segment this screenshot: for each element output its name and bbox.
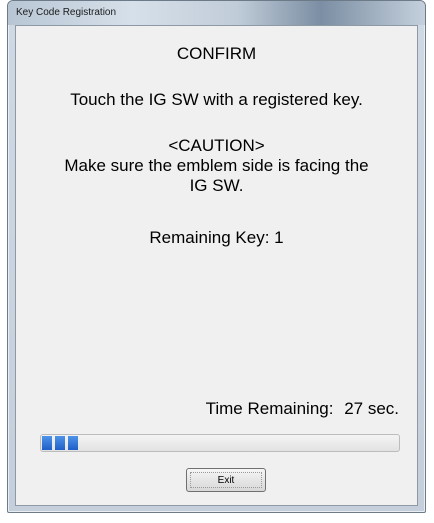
title-bar[interactable]: Key Code Registration <box>8 1 425 25</box>
caution-heading: <CAUTION> <box>168 136 265 155</box>
exit-button-label: Exit <box>217 474 235 486</box>
time-remaining: Time Remaining: 27 sec. <box>206 399 399 419</box>
window-title: Key Code Registration <box>16 7 117 18</box>
key-code-registration-window: Key Code Registration CONFIRM Touch the … <box>7 0 426 513</box>
time-remaining-value: 27 sec. <box>344 399 399 418</box>
caution-text-line-2: IG SW. <box>189 176 244 195</box>
progress-fill <box>42 436 78 450</box>
countdown-progress-bar <box>40 434 400 452</box>
time-remaining-label: Time Remaining: <box>205 399 334 418</box>
progress-segment <box>55 436 65 450</box>
progress-segment <box>42 436 52 450</box>
dialog-body: CONFIRM Touch the IG SW with a registere… <box>15 25 418 506</box>
progress-segment <box>68 436 78 450</box>
exit-button[interactable]: Exit <box>186 468 266 492</box>
dialog-heading: CONFIRM <box>176 44 257 63</box>
caution-text-line-1: Make sure the emblem side is facing the <box>64 156 369 175</box>
remaining-key-count: Remaining Key: 1 <box>149 228 284 247</box>
instruction-text: Touch the IG SW with a registered key. <box>70 90 363 109</box>
